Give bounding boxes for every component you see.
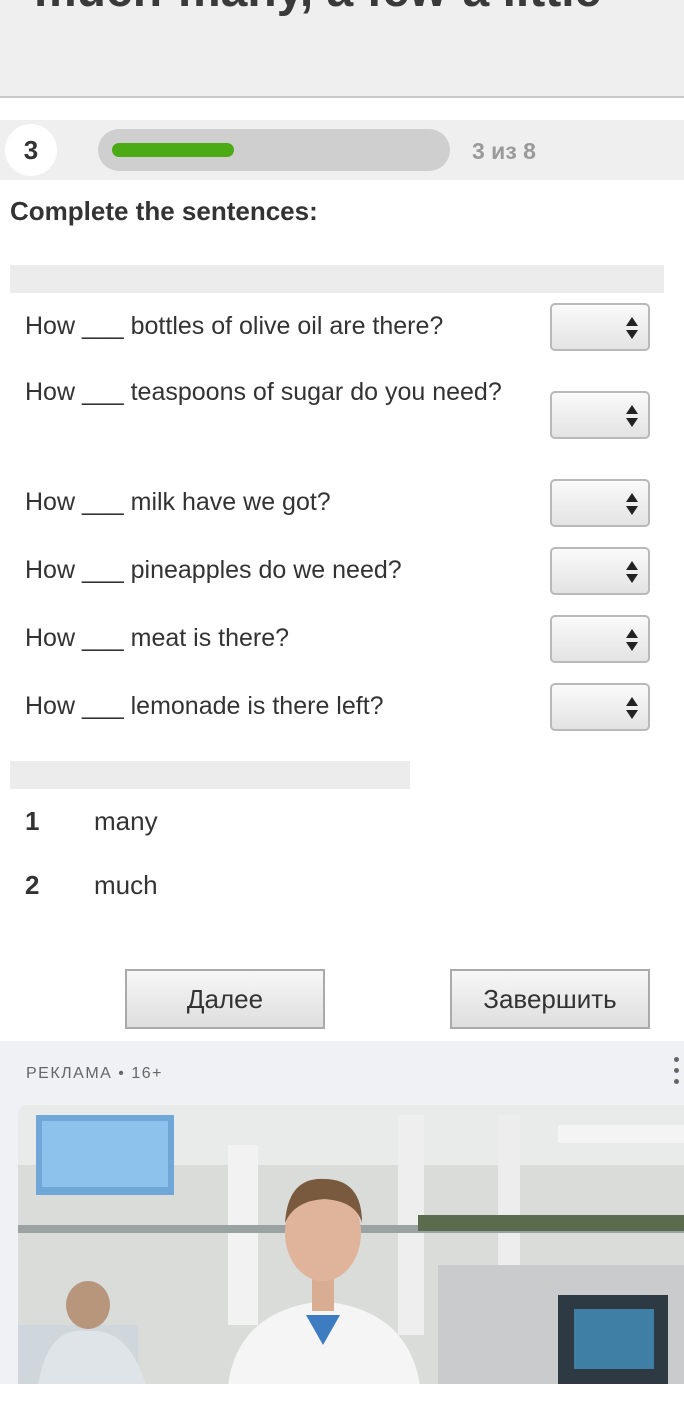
- ad-photo: [18, 1105, 684, 1385]
- select-arrows-icon: [626, 493, 638, 515]
- sentence-5: How ___ meat is there?: [25, 624, 290, 652]
- bottom-bar: [0, 1384, 684, 1406]
- sentence-4: How ___ pineapples do we need?: [25, 556, 402, 584]
- select-arrows-icon: [626, 405, 638, 427]
- ad-label: РЕКЛАМА • 16+: [26, 1065, 163, 1082]
- sentence-1: How ___ bottles of olive oil are there?: [25, 312, 444, 340]
- answers-header-band: [10, 761, 410, 789]
- select-arrows-icon: [626, 561, 638, 583]
- select-arrows-icon: [626, 697, 638, 719]
- select-arrows-icon: [626, 317, 638, 339]
- sentence-3: How ___ milk have we got?: [25, 488, 331, 516]
- select-arrows-icon: [626, 629, 638, 651]
- progress-bar: [98, 129, 450, 171]
- progress-bar-fill: [112, 143, 234, 157]
- answer-word-2: much: [94, 870, 158, 900]
- answer-select-4[interactable]: [550, 547, 650, 595]
- instruction: Complete the sentences:: [10, 196, 318, 226]
- question-number: 3: [5, 124, 57, 176]
- more-vertical-icon[interactable]: [672, 1057, 680, 1091]
- progress-row: 3 3 из 8: [0, 120, 684, 180]
- sentence-2: How ___ teaspoons of sugar do you need?: [25, 378, 502, 406]
- page-title: much-many, a few-a little: [34, 0, 674, 22]
- next-button[interactable]: Далее: [125, 969, 325, 1029]
- ad-block: РЕКЛАМА • 16+: [0, 1041, 684, 1406]
- answer-select-5[interactable]: [550, 615, 650, 663]
- answer-select-1[interactable]: [550, 303, 650, 351]
- finish-button[interactable]: Завершить: [450, 969, 650, 1029]
- answer-select-6[interactable]: [550, 683, 650, 731]
- sentence-6: How ___ lemonade is there left?: [25, 692, 384, 720]
- answer-select-3[interactable]: [550, 479, 650, 527]
- answer-select-2[interactable]: [550, 391, 650, 439]
- answer-word-1: many: [94, 806, 158, 836]
- header: much-many, a few-a little: [0, 0, 684, 98]
- ad-image[interactable]: [18, 1105, 684, 1385]
- progress-text: 3 из 8: [472, 138, 536, 164]
- answer-number-2: 2: [25, 870, 40, 900]
- questions-header-band: [10, 265, 664, 293]
- answer-number-1: 1: [25, 806, 40, 836]
